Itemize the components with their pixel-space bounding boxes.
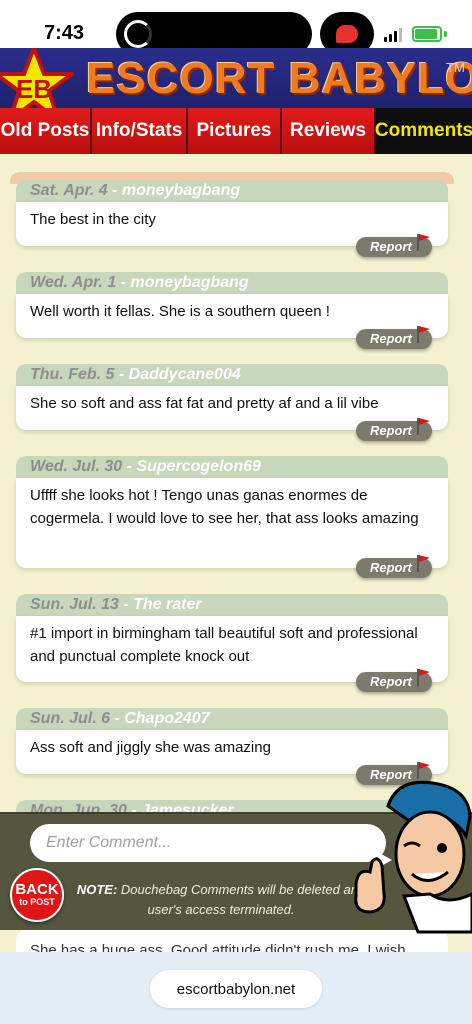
comment-user[interactable]: Daddycane004 — [129, 366, 241, 383]
battery-icon — [412, 26, 442, 42]
doordash-icon — [336, 25, 358, 43]
eb-star-logo-icon: EB — [0, 48, 74, 108]
tab-pictures[interactable]: Pictures — [188, 108, 282, 154]
comment-date: Sun. Jul. 13 — [30, 596, 119, 613]
back-to-post-button[interactable]: BACK to POST — [10, 868, 64, 922]
comment-user[interactable]: moneybagbang — [122, 182, 240, 199]
comment-header: Sat. Apr. 4 - moneybagbang — [16, 180, 448, 202]
report-button[interactable]: Report — [356, 418, 432, 441]
comment-date: Thu. Feb. 5 — [30, 366, 115, 383]
comment-user[interactable]: Supercogelon69 — [136, 458, 260, 475]
comment-text: Uffff she looks hot ! Tengo unas ganas e… — [16, 478, 448, 568]
report-button[interactable]: Report — [356, 669, 432, 692]
site-logo-text: ESCORT BABYLON — [86, 54, 472, 103]
comment-header: Wed. Apr. 1 - moneybagbang — [16, 272, 448, 294]
comment-policy-note: NOTE: Douchebag Comments will be deleted… — [76, 882, 366, 917]
nav-tabs: Old Posts Info/Stats Pictures Reviews Co… — [0, 108, 472, 154]
comment-date: Sat. Apr. 4 — [30, 182, 108, 199]
report-button[interactable]: Report — [356, 234, 432, 257]
red-flag-icon — [417, 555, 430, 572]
address-bar[interactable]: escortbabylon.net — [150, 970, 322, 1008]
comment-header: Sun. Jul. 6 - Chapo2407 — [16, 708, 448, 730]
comment-card: Sat. Apr. 4 - moneybagbang The best in t… — [16, 180, 448, 257]
comment-input[interactable] — [30, 824, 386, 862]
tab-info-stats[interactable]: Info/Stats — [92, 108, 188, 154]
red-flag-icon — [417, 418, 430, 435]
comment-date: Wed. Apr. 1 — [30, 274, 117, 291]
comment-date: Sun. Jul. 6 — [30, 710, 111, 727]
logo-badge: EB — [16, 74, 52, 104]
status-bar: 7:43 — [0, 0, 472, 56]
report-button[interactable]: Report — [356, 326, 432, 349]
comment-card: Sun. Jul. 6 - Chapo2407 Ass soft and jig… — [16, 708, 448, 785]
comment-card: Sun. Jul. 13 - The rater #1 import in bi… — [16, 594, 448, 692]
red-flag-icon — [417, 669, 430, 686]
site-banner[interactable]: EB ESCORT BABYLON TM — [0, 48, 472, 108]
cellular-signal-icon — [384, 28, 404, 42]
tab-reviews[interactable]: Reviews — [282, 108, 376, 154]
trademark-symbol: TM — [446, 60, 465, 75]
winking-mascot-icon — [354, 780, 472, 934]
comment-header: Wed. Jul. 30 - Supercogelon69 — [16, 456, 448, 478]
comment-header: Thu. Feb. 5 - Daddycane004 — [16, 364, 448, 386]
browser-toolbar: escortbabylon.net — [0, 952, 472, 1024]
comment-user[interactable]: moneybagbang — [130, 274, 248, 291]
comment-card: Wed. Apr. 1 - moneybagbang Well worth it… — [16, 272, 448, 349]
comment-date: Wed. Jul. 30 — [30, 458, 123, 475]
comment-card: Wed. Jul. 30 - Supercogelon69 Uffff she … — [16, 456, 448, 578]
comment-card: Thu. Feb. 5 - Daddycane004 She so soft a… — [16, 364, 448, 441]
red-flag-icon — [417, 326, 430, 343]
report-button[interactable]: Report — [356, 555, 432, 578]
comment-user[interactable]: Chapo2407 — [124, 710, 209, 727]
comment-header: Sun. Jul. 13 - The rater — [16, 594, 448, 616]
tab-old-posts[interactable]: Old Posts — [0, 108, 92, 154]
red-flag-icon — [417, 234, 430, 251]
tab-comments[interactable]: Comments — [375, 108, 472, 154]
status-time: 7:43 — [44, 22, 85, 44]
comment-user[interactable]: The rater — [133, 596, 201, 613]
loading-spinner-icon — [124, 20, 152, 48]
